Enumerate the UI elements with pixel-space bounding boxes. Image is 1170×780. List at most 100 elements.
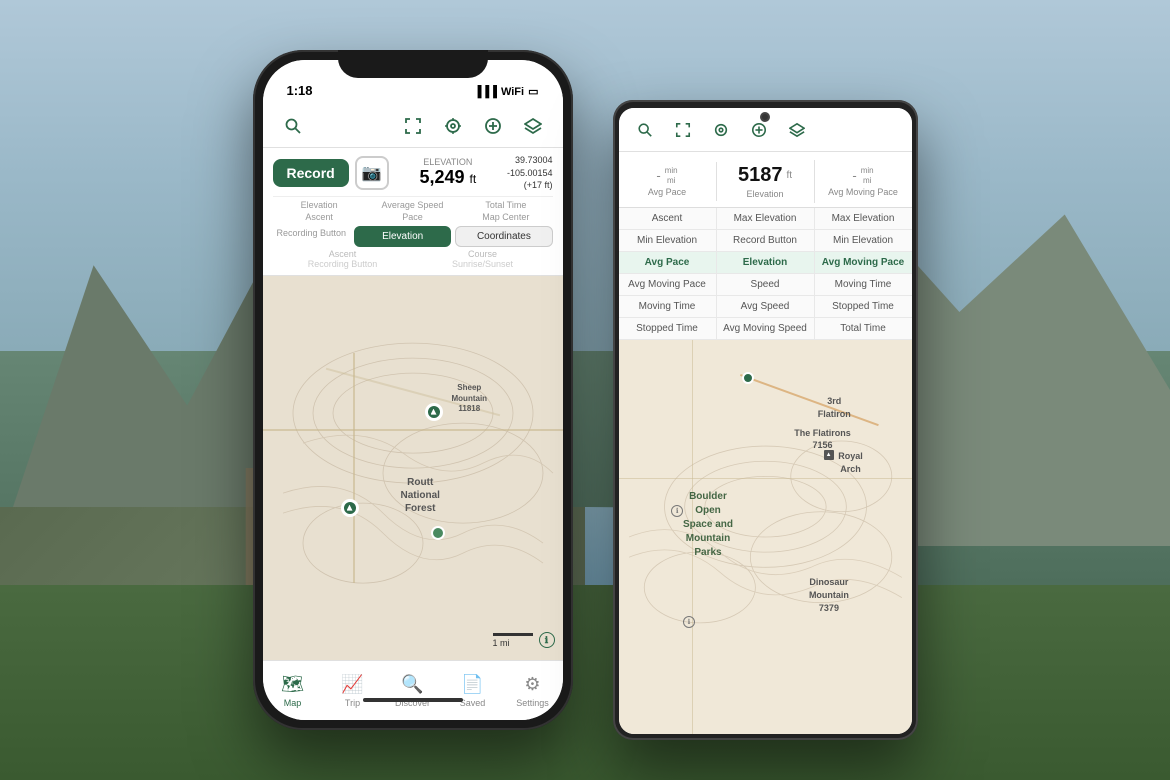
map-pin-1: [425, 403, 443, 421]
sel-stopped-time-2[interactable]: Stopped Time: [619, 318, 717, 339]
stat-course: Course: [413, 249, 553, 259]
android-location-icon[interactable]: [707, 116, 735, 144]
selector-row-5: Moving Time Avg Speed Stopped Time: [619, 296, 912, 318]
sel-avg-moving-speed[interactable]: Avg Moving Speed: [717, 318, 815, 339]
stat-avg-speed: Average Speed: [366, 200, 459, 210]
android-avg-pace-cell: - minmi Avg Pace: [619, 162, 717, 201]
sel-avg-pace[interactable]: Avg Pace: [619, 252, 717, 273]
android-elevation-value: 5187: [738, 164, 783, 187]
road-vertical: [353, 353, 355, 584]
sel-moving-time-2[interactable]: Moving Time: [619, 296, 717, 317]
coordinates-btn[interactable]: Coordinates: [455, 226, 552, 247]
android-avg-pace-unit: minmi: [665, 166, 678, 185]
recording-button-label: Recording Button: [273, 226, 351, 247]
iphone-notch: [338, 50, 488, 78]
elevation-label: Elevation: [395, 157, 501, 167]
selector-row-3: Avg Pace Elevation Avg Moving Pace: [619, 252, 912, 274]
stat-ascent: Ascent: [273, 212, 366, 222]
sel-speed[interactable]: Speed: [717, 274, 815, 295]
sel-ascent-1[interactable]: Ascent: [619, 208, 717, 229]
android-avg-pace-label: Avg Pace: [627, 187, 708, 197]
sel-elevation[interactable]: Elevation: [717, 252, 815, 273]
sel-avg-moving-pace-2[interactable]: Avg Moving Pace: [619, 274, 717, 295]
iphone-toolbar: [263, 104, 563, 148]
nav-settings-label: Settings: [516, 698, 549, 708]
flatirons-label: The Flatirons7156: [794, 427, 851, 452]
camera-button[interactable]: 📷: [355, 156, 389, 190]
dinosaur-mountain-label: DinosaurMountain7379: [809, 576, 849, 614]
android-search-icon[interactable]: [631, 116, 659, 144]
map-pin-3: [431, 526, 445, 540]
iphone-home-indicator: [363, 698, 463, 702]
iphone-bottom-nav: 🗺 Map 📈 Trip 🔍 Discover 📄 Saved: [263, 660, 563, 720]
nav-map[interactable]: 🗺 Map: [263, 668, 323, 714]
sel-min-elevation-2[interactable]: Min Elevation: [815, 230, 912, 251]
elevation-unit: ft: [470, 172, 477, 186]
record-button[interactable]: Record: [273, 159, 349, 187]
sel-moving-time[interactable]: Moving Time: [815, 274, 912, 295]
android-layers-icon[interactable]: [783, 116, 811, 144]
android-avg-pace-value: -: [656, 168, 660, 183]
stat-total-time: Total Time: [459, 200, 552, 210]
layers-icon[interactable]: [519, 112, 547, 140]
saved-nav-icon: 📄: [461, 674, 483, 695]
royal-arch-label: RoyalArch: [838, 450, 863, 475]
nav-trip[interactable]: 📈 Trip: [323, 668, 383, 714]
stat-elevation: Elevation: [273, 200, 366, 210]
selector-row-4: Avg Moving Pace Speed Moving Time: [619, 274, 912, 296]
iphone-screen: 1:18 ▐▐▐ WiFi ▭: [263, 60, 563, 720]
wifi-icon: WiFi: [501, 86, 524, 98]
nav-saved[interactable]: 📄 Saved: [443, 668, 503, 714]
android-moving-pace-value: -: [852, 168, 856, 183]
topo-lines-svg: [263, 276, 563, 660]
sel-min-elevation[interactable]: Min Elevation: [619, 230, 717, 251]
routt-forest-label: RouttNationalForest: [401, 476, 440, 515]
android-moving-pace-unit: minmi: [861, 166, 874, 185]
elevation-btn[interactable]: Elevation: [354, 226, 451, 247]
android-expand-icon[interactable]: [669, 116, 697, 144]
discover-nav-icon: 🔍: [401, 674, 423, 695]
search-icon[interactable]: [279, 112, 307, 140]
plus-icon[interactable]: [479, 112, 507, 140]
status-icons: ▐▐▐ WiFi ▭: [474, 85, 539, 98]
nav-map-label: Map: [284, 698, 302, 708]
android-avg-moving-pace-cell: - minmi Avg Moving Pace: [815, 162, 912, 201]
map-info-button[interactable]: ℹ: [539, 632, 555, 648]
android-pin-flatirons: ▲: [824, 450, 834, 460]
elevation-value: 5,249: [419, 167, 464, 187]
phones-container: 1:18 ▐▐▐ WiFi ▭: [0, 0, 1170, 780]
trip-nav-icon: 📈: [341, 674, 363, 695]
sel-stopped-time[interactable]: Stopped Time: [815, 296, 912, 317]
android-road-h: [619, 478, 912, 480]
signal-icon: ▐▐▐: [474, 86, 497, 98]
boulder-open-space-label: BoulderOpenSpace andMountainParks: [683, 490, 733, 560]
3rd-flatiron-label: 3rdFlatiron: [818, 395, 851, 420]
sel-max-elevation-1[interactable]: Max Elevation: [717, 208, 815, 229]
coords-display: 39.73004-105.00154(+17 ft): [507, 154, 553, 192]
android-elevation-cell: 5187 ft Elevation: [717, 160, 815, 203]
android-elevation-label: Elevation: [725, 189, 806, 199]
recording-btn-label2: Recording Button: [273, 259, 413, 269]
expand-icon[interactable]: [399, 112, 427, 140]
android-camera: [760, 112, 770, 122]
iphone-record-area: Record 📷 Elevation 5,249 ft 39.73004-105…: [263, 148, 563, 276]
sel-avg-speed[interactable]: Avg Speed: [717, 296, 815, 317]
stat-map-center: Map Center: [459, 212, 552, 222]
location-icon[interactable]: [439, 112, 467, 140]
nav-discover[interactable]: 🔍 Discover: [383, 668, 443, 714]
nav-trip-label: Trip: [345, 698, 360, 708]
sel-avg-moving-pace[interactable]: Avg Moving Pace: [815, 252, 912, 273]
sel-max-elevation-2[interactable]: Max Elevation: [815, 208, 912, 229]
android-screen: - minmi Avg Pace 5187 ft Elevation: [619, 108, 912, 734]
iphone-map[interactable]: SheepMountain11818 RouttNationalForest: [263, 276, 563, 660]
android-info-2[interactable]: ℹ: [683, 616, 695, 628]
sel-record-button[interactable]: Record Button: [717, 230, 815, 251]
android-pin-1: [742, 372, 754, 384]
android-map[interactable]: BoulderOpenSpace andMountainParks 3rdFla…: [619, 340, 912, 734]
android-moving-pace-label: Avg Moving Pace: [823, 187, 904, 197]
sel-total-time[interactable]: Total Time: [815, 318, 912, 339]
nav-settings[interactable]: ⚙ Settings: [503, 668, 563, 714]
android-elevation-unit: ft: [786, 170, 792, 181]
sheep-mountain-label: SheepMountain11818: [452, 383, 488, 414]
status-time: 1:18: [287, 83, 313, 98]
